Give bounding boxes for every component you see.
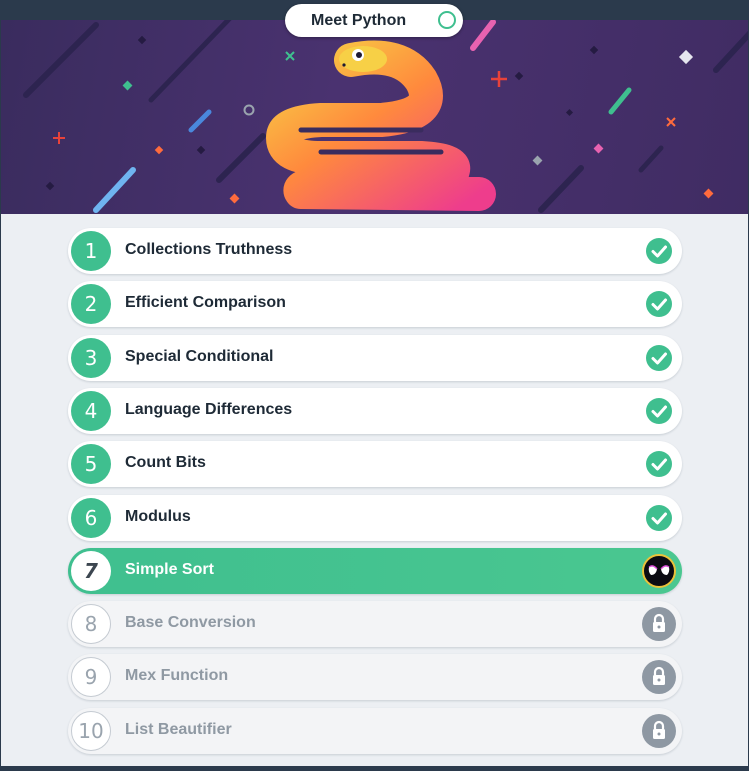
level-name: Modulus — [125, 508, 191, 525]
level-number-badge: 10 — [71, 711, 111, 751]
circle-outline-icon — [438, 11, 456, 29]
level-row-7[interactable]: 7 Simple Sort — [68, 548, 682, 594]
course-banner — [1, 20, 748, 214]
level-number-badge: 3 — [71, 338, 111, 378]
level-row-4[interactable]: 4 Language Differences — [68, 388, 682, 434]
level-row-9: 9 Mex Function — [68, 654, 682, 700]
level-number-badge: 7 — [71, 551, 111, 591]
checkmark-icon — [646, 505, 672, 531]
lock-icon — [642, 714, 676, 748]
level-name: Mex Function — [125, 667, 229, 684]
level-row-8: 8 Base Conversion — [68, 601, 682, 647]
level-number-badge: 4 — [71, 391, 111, 431]
course-title: Meet Python — [311, 12, 407, 29]
level-number-badge: 6 — [71, 498, 111, 538]
level-name: List Beautifier — [125, 721, 232, 738]
level-row-6[interactable]: 6 Modulus — [68, 495, 682, 541]
checkmark-icon — [646, 451, 672, 477]
level-name: Collections Truthness — [125, 241, 293, 258]
level-row-1[interactable]: 1 Collections Truthness — [68, 228, 682, 274]
level-name: Language Differences — [125, 401, 293, 418]
checkmark-icon — [646, 238, 672, 264]
level-name: Efficient Comparison — [125, 294, 286, 311]
level-number-badge: 1 — [71, 231, 111, 271]
checkmark-icon — [646, 345, 672, 371]
banner-decoration — [23, 20, 748, 213]
level-row-2[interactable]: 2 Efficient Comparison — [68, 281, 682, 327]
level-list: 1 Collections Truthness 2 Efficient Compari… — [1, 214, 748, 766]
mask-avatar-icon — [642, 554, 676, 588]
lock-icon — [642, 607, 676, 641]
course-map-window: Meet Python 1 Collections Truthness 2 Effic… — [0, 0, 749, 771]
level-number-badge: 9 — [71, 657, 111, 697]
level-row-3[interactable]: 3 Special Conditional — [68, 335, 682, 381]
level-row-10: 10 List Beautifier — [68, 708, 682, 754]
level-number-badge: 8 — [71, 604, 111, 644]
level-number-badge: 2 — [71, 284, 111, 324]
level-name: Simple Sort — [125, 561, 214, 578]
lock-icon — [642, 660, 676, 694]
level-name: Base Conversion — [125, 614, 256, 631]
checkmark-icon — [646, 398, 672, 424]
level-name: Count Bits — [125, 454, 206, 471]
course-title-pill[interactable]: Meet Python — [285, 4, 463, 37]
level-name: Special Conditional — [125, 348, 274, 365]
level-row-5[interactable]: 5 Count Bits — [68, 441, 682, 487]
level-number-badge: 5 — [71, 444, 111, 484]
checkmark-icon — [646, 291, 672, 317]
